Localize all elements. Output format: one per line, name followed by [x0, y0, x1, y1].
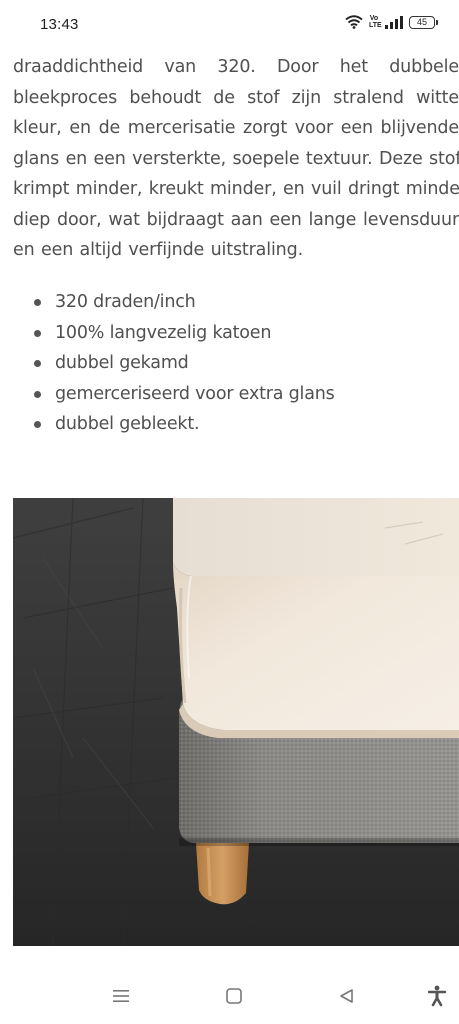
list-item: gemerceriseerd voor extra glans [0, 379, 335, 410]
paragraph-line: diep door, wat bijdraagt aan een lange l… [13, 209, 459, 230]
feature-list: 320 draden/inch 100% langvezelig katoen … [0, 287, 335, 440]
bullet-dot-icon [34, 299, 41, 306]
list-item: 100% langvezelig katoen [0, 318, 335, 349]
list-item-label: gemerceriseerd voor extra glans [55, 383, 335, 404]
menu-icon [113, 990, 129, 1002]
product-photo[interactable] [13, 498, 459, 946]
status-icons: Vo LTE 45 [345, 15, 438, 29]
list-item: dubbel gekamd [0, 348, 335, 379]
list-item-label: dubbel gebleekt. [55, 414, 200, 434]
article-paragraph: draaddichtheid van 320. Door het dubbele… [13, 52, 459, 266]
list-item: 320 draden/inch [0, 287, 335, 318]
paragraph-line: en een altijd verfijnde uitstraling. [13, 240, 303, 260]
list-item: dubbel gebleekt. [0, 409, 335, 440]
home-button[interactable] [222, 984, 246, 1008]
paragraph-line: krimpt minder, kreukt minder, en vuil dr… [13, 179, 459, 199]
fitted-sheet-illustration [13, 498, 459, 946]
system-nav-bar [0, 966, 459, 1024]
status-time: 13:43 [40, 16, 79, 33]
accessibility-icon [427, 985, 447, 1007]
bullet-dot-icon [34, 329, 41, 337]
paragraph-line: glans en een versterkte, soepele textuur… [13, 148, 459, 169]
home-icon [226, 988, 242, 1004]
bullet-dot-icon [34, 390, 41, 398]
list-item-label: 320 draden/inch [55, 292, 196, 312]
list-item-label: dubbel gekamd [55, 353, 189, 373]
signal-icon [385, 15, 403, 29]
bullet-dot-icon [34, 360, 41, 367]
battery-icon: 45 [409, 15, 438, 29]
list-item-label: 100% langvezelig katoen [55, 322, 272, 343]
bullet-dot-icon [34, 421, 41, 428]
back-icon [340, 989, 353, 1003]
accessibility-button[interactable] [425, 984, 449, 1008]
paragraph-line: draaddichtheid van 320. Door het dubbele [13, 57, 459, 77]
volte-icon: Vo LTE [369, 15, 382, 29]
recent-apps-button[interactable] [109, 984, 133, 1008]
paragraph-line: bleekproces behoudt de stof zijn stralen… [13, 87, 459, 108]
battery-level: 45 [416, 16, 427, 27]
paragraph-line: kleur, en de mercerisatie zorgt voor een… [13, 118, 459, 138]
status-bar: 13:43 Vo LTE 45 [0, 0, 459, 52]
wifi-icon [345, 15, 363, 29]
back-button[interactable] [335, 984, 359, 1008]
